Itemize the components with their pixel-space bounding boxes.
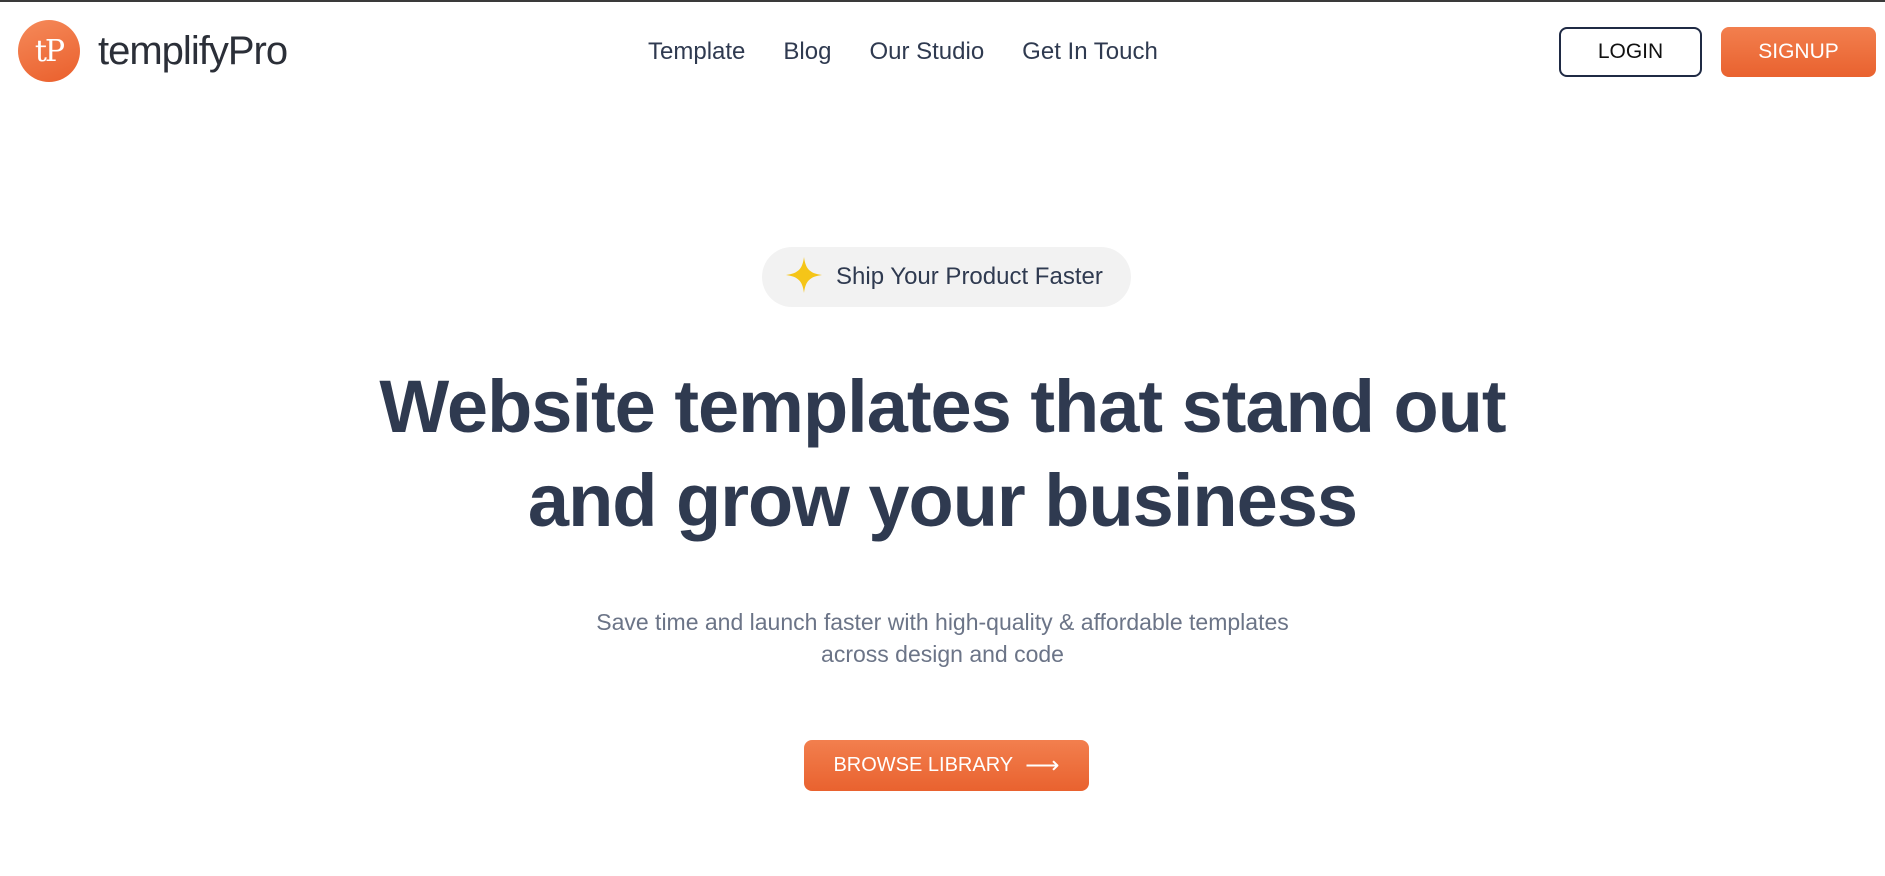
browse-library-button[interactable]: BROWSE LIBRARY ⟶ (804, 740, 1089, 791)
hero-subtext: Save time and launch faster with high-qu… (0, 606, 1885, 670)
hero-headline: Website templates that stand out and gro… (0, 360, 1885, 548)
brand-logo[interactable]: tP templifyPro (18, 20, 288, 82)
hero-badge-text: Ship Your Product Faster (836, 263, 1103, 290)
nav-item-blog[interactable]: Blog (783, 38, 831, 66)
nav-item-our-studio[interactable]: Our Studio (869, 38, 984, 66)
site-header: tP templifyPro Template Blog Our Studio … (0, 2, 1885, 100)
hero-headline-line-1: Website templates that stand out (379, 365, 1506, 448)
nav-item-get-in-touch[interactable]: Get In Touch (1022, 38, 1158, 66)
hero-subtext-line-1: Save time and launch faster with high-qu… (596, 609, 1289, 635)
sparkle-icon (784, 255, 824, 299)
logo-mark-icon: tP (18, 20, 80, 82)
arrow-right-icon: ⟶ (1025, 752, 1060, 779)
browse-library-label: BROWSE LIBRARY (833, 754, 1014, 776)
brand-name: templifyPro (98, 28, 288, 73)
nav-item-template[interactable]: Template (648, 38, 745, 66)
signup-button[interactable]: SIGNUP (1721, 27, 1876, 77)
hero-badge: Ship Your Product Faster (762, 247, 1131, 307)
login-button[interactable]: LOGIN (1559, 27, 1702, 77)
main-nav: Template Blog Our Studio Get In Touch (648, 38, 1158, 66)
hero-headline-line-2: and grow your business (527, 459, 1358, 542)
hero-subtext-line-2: across design and code (821, 641, 1064, 667)
